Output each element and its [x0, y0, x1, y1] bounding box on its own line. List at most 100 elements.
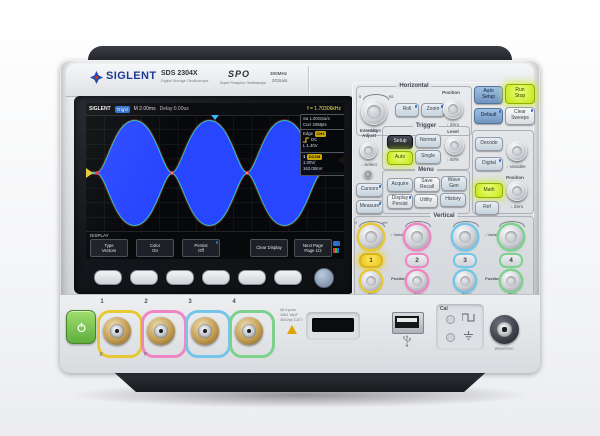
- label: Gen: [449, 184, 458, 190]
- save-recall-button[interactable]: Save Recall: [414, 177, 440, 192]
- trigger-level-knob[interactable]: [445, 136, 464, 155]
- section-title: Trigger: [413, 123, 439, 129]
- ch1-position-knob[interactable]: [361, 271, 381, 291]
- usb-icon: [402, 335, 412, 347]
- volts-label: V: [353, 222, 359, 226]
- utility-button[interactable]: Utility: [414, 194, 438, 208]
- bnc-1-number: 1: [98, 299, 106, 306]
- memory-depth-readout: Curr 20Mpts: [303, 122, 343, 128]
- menu-next-page-button[interactable]: Next Page Page 1/2: [294, 239, 332, 257]
- menu-persist-button[interactable]: Persist Off: [182, 239, 220, 257]
- cursors-button[interactable]: Cursors: [356, 183, 383, 197]
- channel-2-button[interactable]: 2: [405, 253, 429, 268]
- display-persist-button[interactable]: Display Persist: [387, 194, 413, 209]
- ch4-bnc-connector: [235, 317, 263, 345]
- roll-button[interactable]: Roll: [395, 103, 419, 117]
- intensity-knob[interactable]: [360, 142, 377, 159]
- ch2-position-knob[interactable]: [407, 271, 427, 291]
- color-grade-icon: [333, 248, 339, 253]
- ch3-position-knob[interactable]: [455, 271, 475, 291]
- softkey-2[interactable]: [130, 270, 158, 285]
- vertical-section: Vertical V mV 1 Zero Variable Position 2…: [354, 216, 534, 300]
- cal-label: Cal: [440, 307, 452, 313]
- ch4-position-knob[interactable]: [501, 271, 521, 291]
- menu-clear-display-button[interactable]: Clear Display: [250, 239, 288, 257]
- y-axis-label: Y: [141, 353, 149, 359]
- history-button[interactable]: History: [440, 193, 466, 207]
- ref-button[interactable]: Ref: [475, 201, 499, 215]
- trigger-single-button[interactable]: Single: [415, 150, 441, 164]
- ch4-scale-knob[interactable]: [499, 225, 523, 249]
- softkey-3[interactable]: [166, 270, 194, 285]
- label: Recall: [420, 185, 434, 191]
- trigger-setup-button[interactable]: Setup: [387, 135, 413, 149]
- bandwidth-spec: 300MHz: [270, 71, 287, 76]
- softkey-6[interactable]: [274, 270, 302, 285]
- bnc-3-number: 3: [186, 299, 194, 306]
- power-icon: [76, 322, 87, 333]
- acquire-button[interactable]: Acquire: [387, 178, 413, 192]
- ch1-scale-knob[interactable]: [359, 225, 383, 249]
- softkey-1[interactable]: [94, 270, 122, 285]
- channel1-ground-marker: [86, 168, 93, 178]
- screen-brand: SIGLENT: [89, 106, 111, 112]
- usb-port: [392, 312, 424, 334]
- power-button[interactable]: [66, 310, 96, 344]
- timebase-readout: M 2.00ms: [134, 106, 156, 112]
- bnc-2-number: 2: [142, 299, 150, 306]
- menu-off-button[interactable]: [364, 170, 372, 178]
- softkey-4[interactable]: [202, 270, 230, 285]
- h-position-knob[interactable]: [443, 99, 463, 119]
- channel-3-button[interactable]: 3: [453, 253, 477, 268]
- channel-4-button[interactable]: 4: [499, 253, 523, 268]
- run-stop-button[interactable]: Run Stop: [505, 84, 535, 104]
- analysis-position-label: Position: [501, 175, 529, 180]
- ch2-bnc-connector: [147, 317, 175, 345]
- select-push-label: Select: [354, 162, 384, 167]
- menu-type-button[interactable]: Type Vectors: [90, 239, 128, 257]
- spo-logo: SPO: [228, 69, 250, 79]
- decode-button[interactable]: Decode: [475, 137, 503, 151]
- menu-toggle-button[interactable]: [314, 268, 334, 288]
- channel-info-box: 1 DC1M 1.00V/ 162.00mV: [300, 152, 344, 176]
- wave-gen-button[interactable]: Wave Gen: [441, 176, 467, 191]
- oscilloscope-product-photo: SIGLENT SDS 2304X Digital Storage Oscill…: [0, 0, 600, 436]
- math-button[interactable]: Math: [475, 183, 503, 198]
- ground-icon: [463, 331, 474, 341]
- menu-title: DISPLAY: [90, 233, 109, 238]
- ch1-bnc-connector: [103, 317, 131, 345]
- clear-sweeps-button[interactable]: Clear Sweeps: [505, 107, 535, 125]
- ch2-scale-knob[interactable]: [405, 225, 429, 249]
- usb-status-icon: [333, 241, 340, 246]
- intensity-label: Intensity Adjust: [352, 128, 386, 138]
- menu-color-button[interactable]: Color On: [136, 239, 174, 257]
- ch3-scale-knob[interactable]: [453, 225, 477, 249]
- analysis-position-knob[interactable]: [507, 181, 527, 201]
- millivolts-label: mV: [381, 222, 389, 226]
- brand-name: SIGLENT: [106, 70, 156, 82]
- seconds-label: s: [357, 94, 363, 99]
- level-label: Level: [441, 129, 465, 134]
- auto-setup-button[interactable]: Auto Setup: [474, 86, 503, 104]
- channel-1-button[interactable]: 1: [359, 253, 383, 268]
- analysis-scale-knob[interactable]: [507, 141, 527, 161]
- x-axis-label: X: [97, 353, 105, 359]
- measure-button[interactable]: Measure: [356, 200, 383, 214]
- acquisition-info-box: Sa 1.00GSa/s Curr 20Mpts: [300, 114, 344, 130]
- analysis-variable-push-label: Variable: [499, 164, 533, 169]
- zoom-button[interactable]: Zoom: [421, 103, 445, 117]
- trigger-auto-button[interactable]: Auto: [387, 151, 413, 165]
- fifty-percent-push-label: 50%: [441, 157, 465, 162]
- trigger-normal-button[interactable]: Normal: [415, 134, 441, 148]
- label: Vectors: [102, 248, 116, 253]
- default-button[interactable]: Default: [474, 108, 503, 124]
- timebase-knob[interactable]: [361, 99, 387, 125]
- trigger-level-readout: L 1.40V: [303, 143, 343, 149]
- label: Setup: [482, 95, 495, 101]
- label: Persist: [392, 202, 407, 208]
- samplerate-spec: 2GSa/s: [272, 78, 287, 83]
- softkey-5[interactable]: [238, 270, 266, 285]
- frequency-counter: f = 1.70306kHz: [307, 106, 341, 112]
- delay-readout: Delay:0.00us: [160, 106, 189, 112]
- model-subtitle: Digital Storage Oscilloscope: [161, 79, 208, 83]
